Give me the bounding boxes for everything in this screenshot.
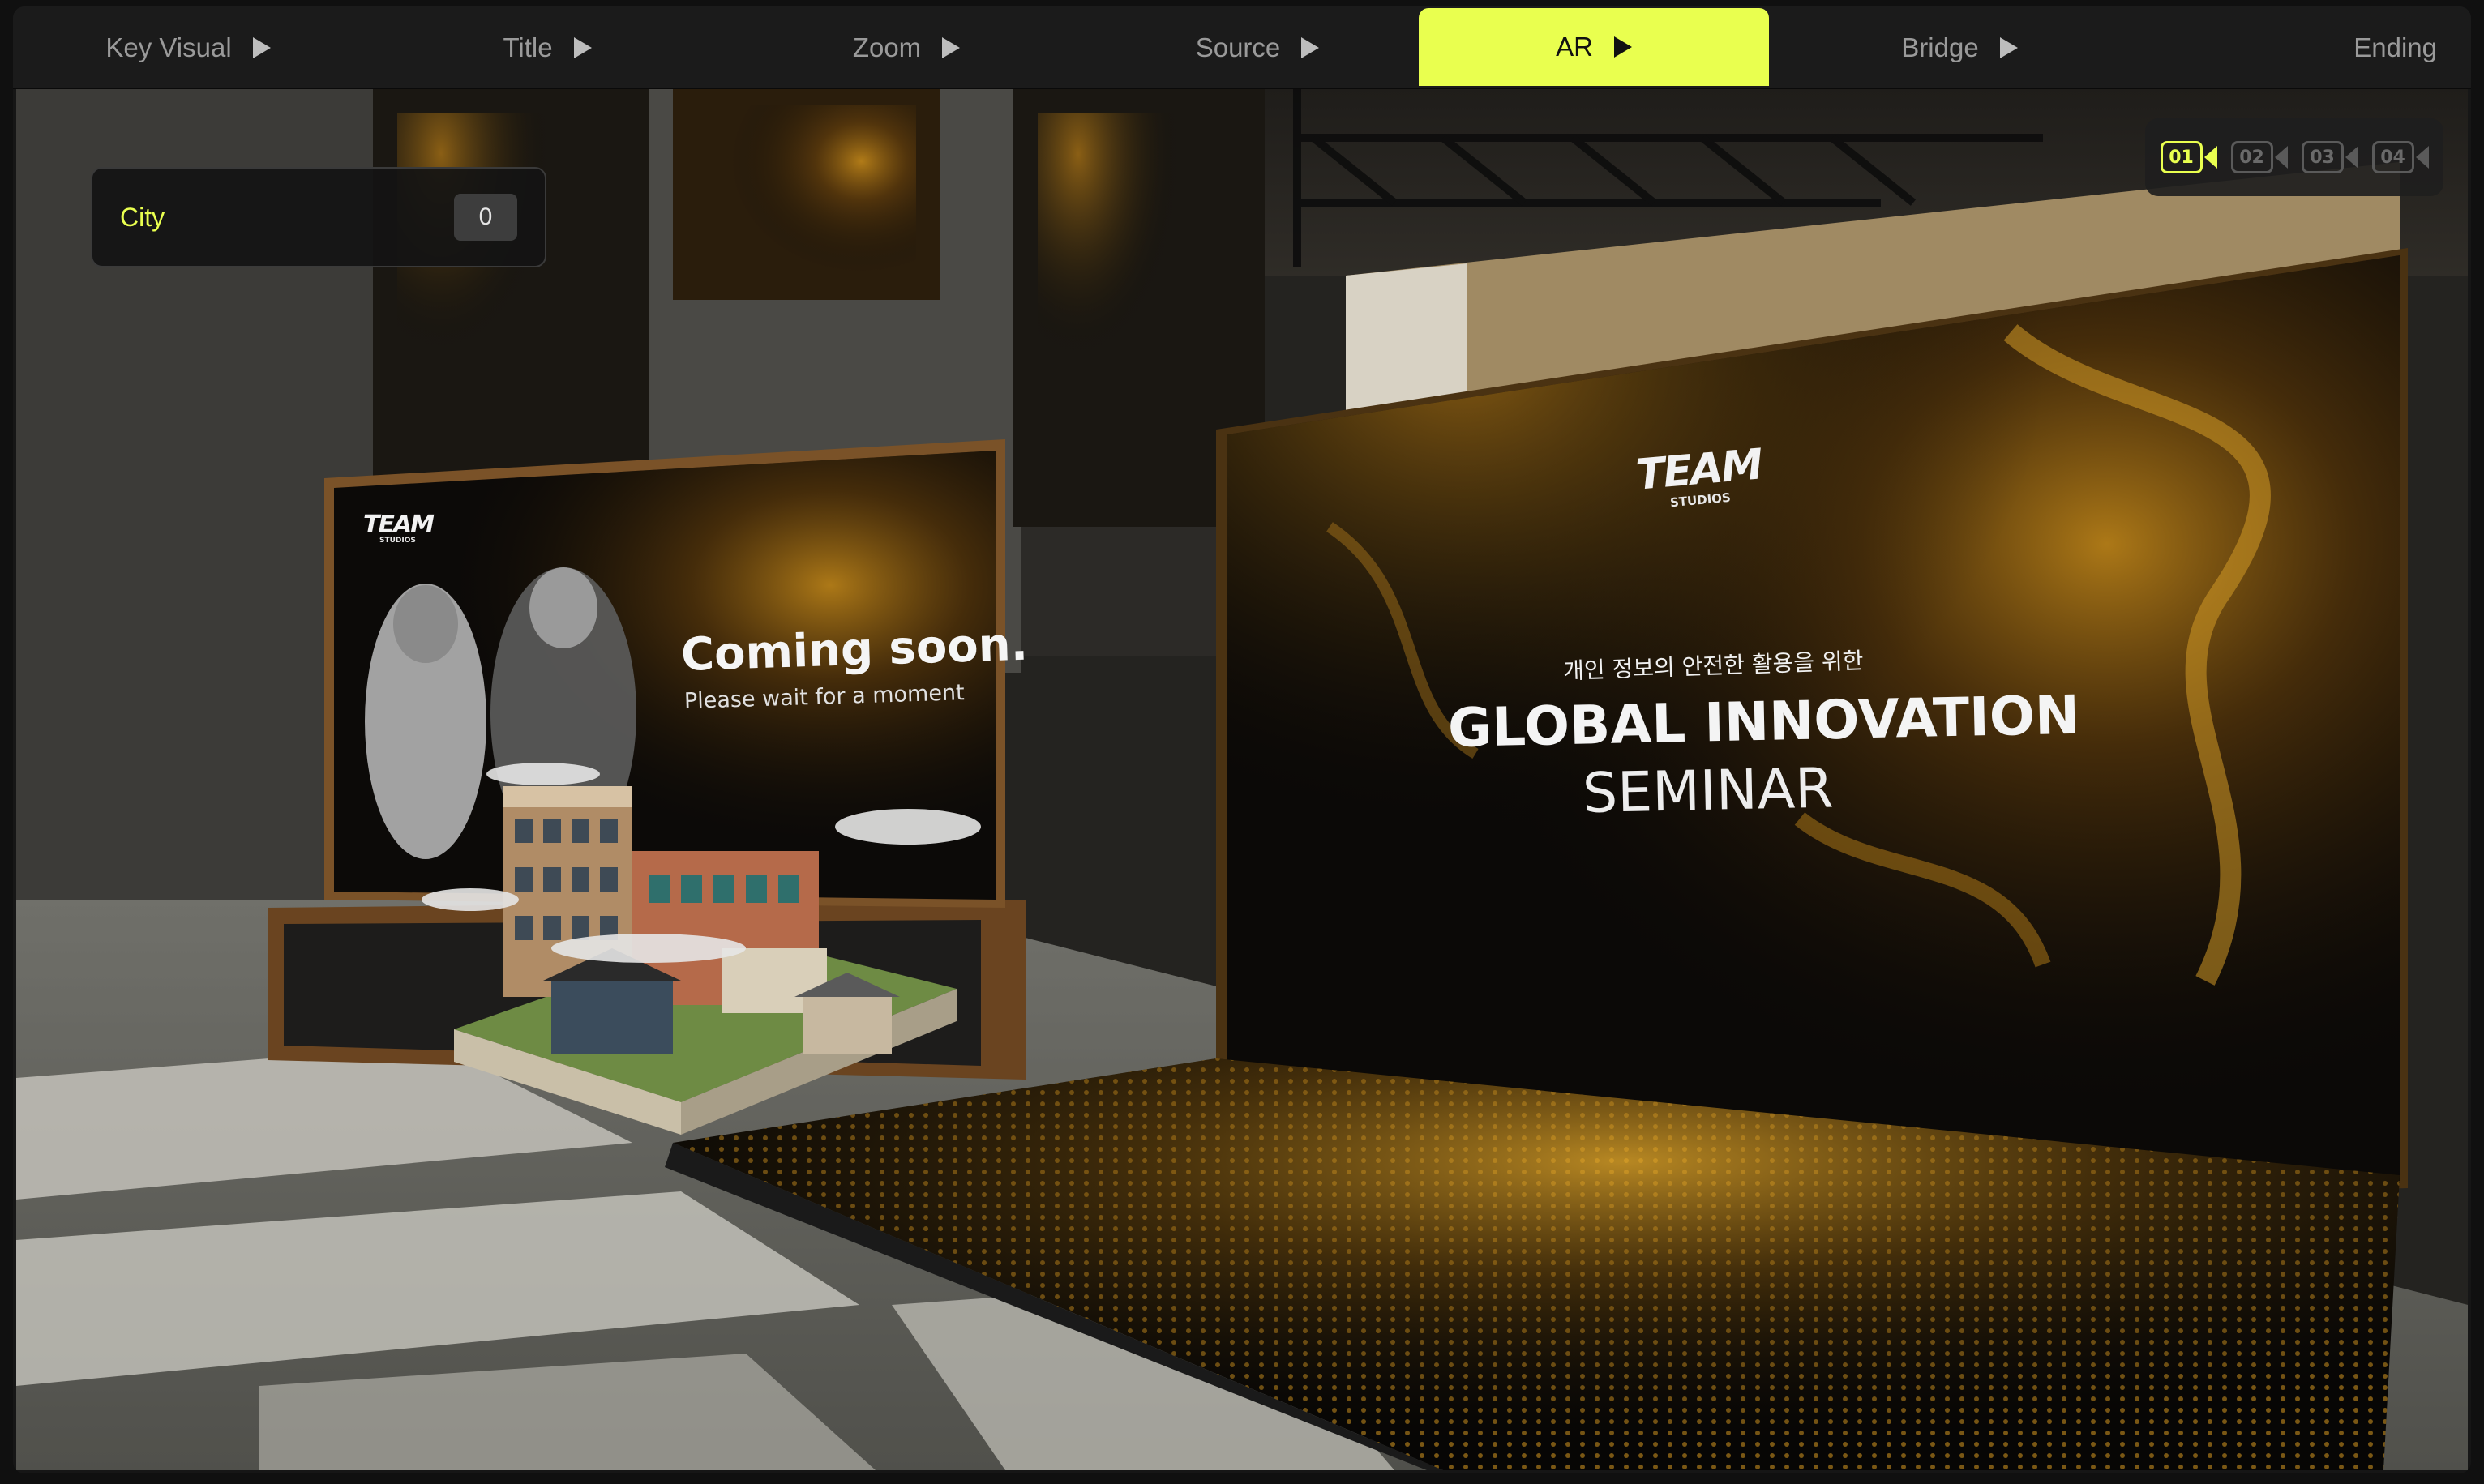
camera-button-01[interactable]: 01 [2160,138,2217,177]
tab-label: Ending [2353,32,2437,62]
camera-lens-icon [2274,146,2288,169]
ar-scene-viewport[interactable]: TEAM STUDIOS Coming soon. Please wait fo… [16,89,2468,1470]
tab-label: AR [1556,32,1593,62]
city-panel[interactable]: City 0 [91,167,546,267]
camera-lens-icon [2203,146,2217,169]
tab-label: Bridge [1901,32,1979,62]
play-icon [1301,37,1320,58]
tab-label: Zoom [852,32,922,62]
tab-bridge[interactable]: Bridge [1784,8,2135,88]
play-icon [573,37,592,58]
tab-key-visual[interactable]: Key Visual [13,8,363,88]
video-camera-icon: 02 [2230,141,2273,173]
tab-ending[interactable]: Ending [2137,8,2437,88]
camera-button-02[interactable]: 02 [2230,138,2288,177]
camera-selector: 01 02 03 04 [2145,118,2443,196]
tab-zoom[interactable]: Zoom [731,8,1081,88]
tab-ar[interactable]: AR [1419,8,1769,86]
scene-illustration [16,89,2468,1470]
app-window: Key Visual Title Zoom Source AR Bridge E… [13,6,2471,1473]
camera-button-04[interactable]: 04 [2371,138,2429,177]
city-count-badge: 0 [454,194,517,241]
play-icon [1613,36,1632,58]
scene-tab-bar: Key Visual Title Zoom Source AR Bridge E… [13,6,2471,89]
main-screen-subheadline: SEMINAR [1582,756,1835,826]
camera-lens-icon [2345,146,2358,169]
camera-lens-icon [2415,146,2429,169]
main-screen-headline: GLOBAL INNOVATION [1447,683,2080,759]
tab-label: Title [503,32,553,62]
tab-label: Source [1195,32,1281,62]
side-screen-title: Coming soon. [679,618,1029,682]
tab-label: Key Visual [105,32,232,62]
play-icon [942,37,961,58]
city-label: City [120,202,165,232]
video-camera-icon: 04 [2371,141,2414,173]
video-camera-icon: 01 [2160,141,2203,173]
side-screen-logo-sub: STUDIOS [379,537,416,545]
tab-title[interactable]: Title [372,8,722,88]
video-camera-icon: 03 [2301,141,2344,173]
camera-button-03[interactable]: 03 [2301,138,2358,177]
tab-source[interactable]: Source [1082,8,1433,88]
side-screen-logo: TEAM [363,511,435,539]
play-icon [1999,37,2018,58]
play-icon [252,37,271,58]
